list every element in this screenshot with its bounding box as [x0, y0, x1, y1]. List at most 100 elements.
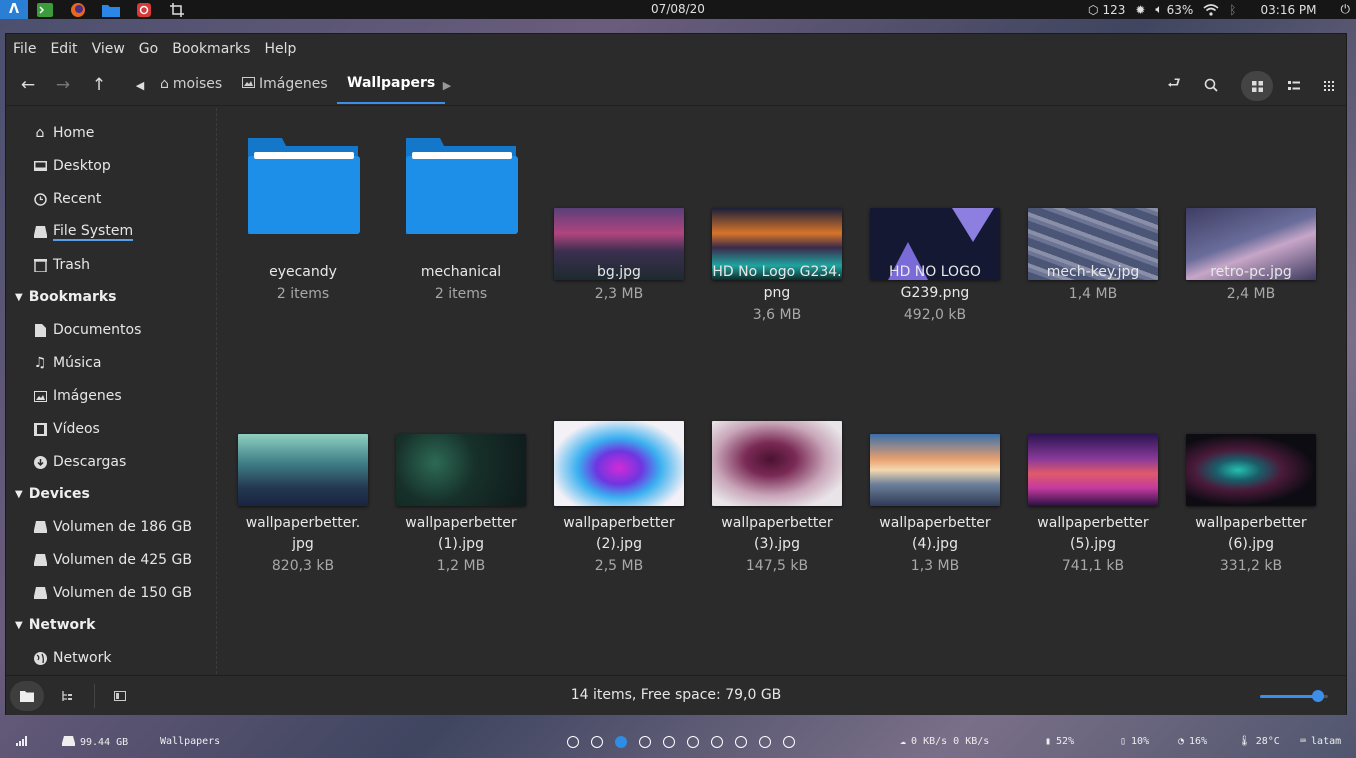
- network-speed-indicator[interactable]: ☁ 0 KB/s 0 KB/s: [900, 736, 989, 747]
- file-size: 2,3 MB: [594, 286, 644, 302]
- file-size: 741,1 kB: [1061, 558, 1125, 574]
- menu-view[interactable]: View: [92, 41, 125, 57]
- image-thumbnail: [1186, 434, 1316, 506]
- breadcrumb-home[interactable]: ⌂ moises: [160, 76, 222, 92]
- sidebar-item-volume-150[interactable]: Volumen de 150 GB: [33, 582, 192, 604]
- wifi-icon[interactable]: [1203, 3, 1219, 16]
- brightness-icon[interactable]: ✹: [1135, 3, 1145, 17]
- breadcrumb-current[interactable]: Wallpapers: [337, 64, 446, 104]
- breadcrumb-right-icon[interactable]: ▶: [437, 75, 457, 95]
- sidebar-item-recent[interactable]: Recent: [33, 188, 101, 210]
- file-item[interactable]: wallpaperbetter (6).jpg 331,2 kB: [1176, 360, 1326, 574]
- sidebar-item-imagenes[interactable]: Imágenes: [33, 385, 122, 407]
- document-icon: [33, 323, 47, 337]
- bottom-panel: 99.44 GB Wallpapers ☁ 0 KB/s 0 KB/s ▮ 52% …: [0, 726, 1356, 758]
- signal-icon[interactable]: [16, 736, 28, 746]
- file-item[interactable]: wallpaperbetter (4).jpg 1,3 MB: [860, 360, 1010, 574]
- bookmarks-header[interactable]: ▼ Bookmarks: [15, 286, 117, 308]
- file-item[interactable]: wallpaperbetter (1).jpg 1,2 MB: [386, 360, 536, 574]
- sidebar-item-desktop[interactable]: Desktop: [33, 155, 111, 177]
- forward-arrow-icon[interactable]: →: [53, 75, 73, 95]
- memory-indicator[interactable]: ▯ 10%: [1120, 736, 1149, 747]
- sidebar-item-volume-425[interactable]: Volumen de 425 GB: [33, 549, 192, 571]
- file-item[interactable]: mech-key.jpg 1,4 MB: [1018, 134, 1168, 304]
- workspace-dot[interactable]: [735, 736, 747, 748]
- breadcrumb-left-icon[interactable]: ◀: [130, 75, 150, 95]
- file-size: 147,5 kB: [745, 558, 809, 574]
- menu-go[interactable]: Go: [139, 41, 158, 57]
- file-item[interactable]: HD NO LOGO G239.png 492,0 kB: [860, 134, 1010, 324]
- compact-view-button[interactable]: [1313, 71, 1345, 101]
- file-item[interactable]: wallpaperbetter (2).jpg 2,5 MB: [544, 360, 694, 574]
- workspace-dot[interactable]: [759, 736, 771, 748]
- sidebar-item-label: Recent: [53, 191, 102, 207]
- back-arrow-icon[interactable]: ←: [18, 75, 38, 95]
- file-item[interactable]: wallpaperbetter (3).jpg 147,5 kB: [702, 360, 852, 574]
- devices-header[interactable]: ▼ Devices: [15, 483, 90, 505]
- breadcrumb-pictures-label: Imágenes: [259, 76, 328, 92]
- menu-help[interactable]: Help: [264, 41, 296, 57]
- battery-indicator[interactable]: ▮ 52%: [1045, 736, 1074, 747]
- sidebar-item-trash[interactable]: Trash: [33, 254, 90, 276]
- file-name: wallpaperbetter (2).jpg: [563, 515, 675, 552]
- active-window-title[interactable]: Wallpapers: [160, 736, 220, 747]
- sidebar-item-videos[interactable]: Vídeos: [33, 418, 100, 440]
- sidebar-item-filesystem[interactable]: File System: [33, 221, 134, 243]
- sidebar-item-network[interactable]: Network: [33, 647, 111, 669]
- network-header[interactable]: ▼ Network: [15, 614, 95, 636]
- firefox-icon[interactable]: [61, 0, 94, 19]
- file-item[interactable]: bg.jpg 2,3 MB: [544, 134, 694, 304]
- updates-indicator[interactable]: ⬡ 123: [1088, 3, 1125, 17]
- globe-icon: [33, 651, 47, 665]
- sidebar-item-documentos[interactable]: Documentos: [33, 319, 141, 341]
- workspace-dot[interactable]: [663, 736, 675, 748]
- keyboard-layout-indicator[interactable]: ⌨ latam: [1300, 736, 1341, 747]
- icon-view-button[interactable]: [1241, 71, 1273, 101]
- workspace-dot[interactable]: [567, 736, 579, 748]
- file-item[interactable]: retro-pc.jpg 2,4 MB: [1176, 134, 1326, 304]
- image-icon: [242, 76, 255, 92]
- zoom-slider[interactable]: [1260, 690, 1328, 702]
- files-icon[interactable]: [94, 0, 127, 19]
- workspace-dot[interactable]: [687, 736, 699, 748]
- file-item[interactable]: wallpaperbetter. jpg 820,3 kB: [228, 360, 378, 574]
- file-item[interactable]: eyecandy 2 items: [228, 134, 378, 304]
- terminal-icon[interactable]: [28, 0, 61, 19]
- menu-edit[interactable]: Edit: [50, 41, 77, 57]
- file-item[interactable]: wallpaperbetter (5).jpg 741,1 kB: [1018, 360, 1168, 574]
- sidebar-item-musica[interactable]: ♫ Música: [33, 352, 102, 374]
- sidebar-item-label: Documentos: [53, 322, 142, 338]
- disk-indicator[interactable]: 99.44 GB: [62, 736, 128, 749]
- workspace-dot-active[interactable]: [615, 736, 627, 748]
- volume-indicator[interactable]: 🔈︎ 63%: [1155, 2, 1193, 17]
- sidebar-item-volume-186[interactable]: Volumen de 186 GB: [33, 516, 192, 538]
- location-toggle-icon[interactable]: ⮐: [1164, 74, 1184, 95]
- bluetooth-icon[interactable]: ᛒ: [1229, 3, 1236, 17]
- workspace-dot[interactable]: [783, 736, 795, 748]
- screenshot-crop-icon[interactable]: [160, 0, 193, 19]
- app-launcher-icon[interactable]: Λ: [0, 0, 28, 19]
- settings-app-icon[interactable]: [127, 0, 160, 19]
- menu-bookmarks[interactable]: Bookmarks: [172, 41, 250, 57]
- menu-file[interactable]: File: [13, 41, 36, 57]
- cpu-indicator[interactable]: ◔ 16%: [1178, 736, 1207, 747]
- file-size: 2,4 MB: [1226, 286, 1276, 302]
- power-icon[interactable]: ⏻: [1341, 2, 1351, 17]
- workspace-dot[interactable]: [711, 736, 723, 748]
- workspace-dot[interactable]: [639, 736, 651, 748]
- temperature-indicator[interactable]: 🌡︎ 28°C: [1238, 736, 1280, 747]
- search-icon[interactable]: [1201, 75, 1221, 95]
- workspace-dot[interactable]: [591, 736, 603, 748]
- sidebar-item-descargas[interactable]: Descargas: [33, 451, 126, 473]
- up-arrow-icon[interactable]: ↑: [89, 75, 109, 95]
- file-size: 2 items: [434, 286, 488, 302]
- file-size: 492,0 kB: [903, 307, 967, 323]
- status-bar: 14 items, Free space: 79,0 GB: [6, 675, 1346, 715]
- list-view-button[interactable]: [1278, 71, 1310, 101]
- sidebar-item-home[interactable]: ⌂ Home: [33, 122, 95, 144]
- file-item[interactable]: mechanical 2 items: [386, 134, 536, 304]
- file-item[interactable]: HD No Logo G234. png 3,6 MB: [702, 134, 852, 324]
- clock-time[interactable]: 03:16 PM: [1261, 3, 1317, 17]
- breadcrumb-pictures[interactable]: Imágenes: [242, 76, 328, 92]
- zoom-slider-handle[interactable]: [1311, 690, 1324, 702]
